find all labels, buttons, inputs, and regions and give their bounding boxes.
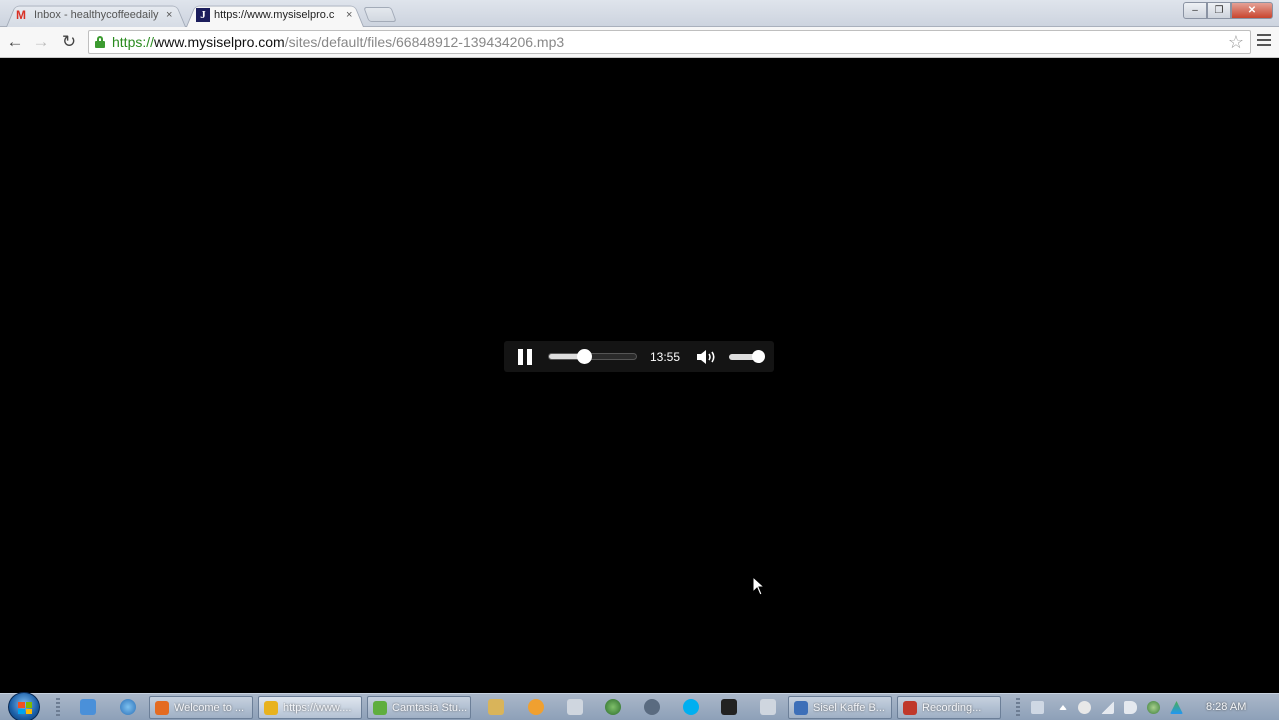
volume-speaker-icon[interactable] — [696, 349, 718, 365]
url-host: www.mysiselpro.com — [154, 34, 285, 50]
close-window-button[interactable]: ✕ — [1231, 2, 1273, 19]
tab-close-icon[interactable]: × — [166, 9, 172, 21]
media-player-icon[interactable] — [528, 699, 544, 715]
network-icon[interactable] — [1101, 701, 1114, 714]
tab-inbox[interactable]: M Inbox - healthycoffeedaily × — [6, 3, 186, 27]
taskbar: Welcome to ... https://www.... Camtasia St… — [0, 692, 1279, 720]
tab-title: https://www.mysiselpro.c — [214, 9, 335, 21]
taskbar-window-button[interactable]: https://www.... — [258, 696, 362, 719]
volume-handle[interactable] — [752, 350, 765, 363]
taskbar-window-label: Recording... — [922, 701, 982, 714]
calculator-icon-2[interactable] — [760, 699, 776, 715]
tray-window-icon[interactable] — [1031, 701, 1044, 714]
drive-icon[interactable] — [1170, 701, 1183, 714]
tray-expand-icon[interactable] — [1059, 705, 1067, 710]
reload-button[interactable]: ↻ — [59, 32, 79, 52]
recording-icon — [903, 700, 917, 715]
maximize-button[interactable]: ❐ — [1207, 2, 1231, 19]
start-button[interactable] — [8, 692, 40, 720]
camtasia-icon — [373, 700, 387, 715]
folder-icon[interactable] — [488, 699, 504, 715]
chrome-icon — [264, 700, 278, 715]
lock-icon — [95, 36, 105, 48]
taskbar-grip — [56, 698, 60, 716]
globe-icon[interactable] — [605, 699, 621, 715]
windows-logo-icon — [18, 702, 32, 714]
forward-button[interactable]: → — [31, 32, 51, 52]
pause-button[interactable] — [518, 349, 533, 365]
j-favicon-icon: J — [196, 8, 210, 22]
screen: M Inbox - healthycoffeedaily × J https:/… — [0, 0, 1279, 720]
url-path: /sites/default/files/66848912-139434206.… — [284, 34, 565, 50]
calculator-icon[interactable] — [567, 699, 583, 715]
volume-icon[interactable] — [1124, 701, 1137, 714]
taskbar-window-label: Sisel Kaffe B... — [813, 701, 885, 714]
taskbar-window-label: Camtasia Stu... — [392, 701, 468, 714]
url-scheme: https:// — [112, 34, 155, 50]
new-tab-button[interactable] — [363, 7, 397, 22]
taskbar-clock[interactable]: 8:28 AM — [1206, 701, 1246, 713]
chrome-menu-icon[interactable] — [1257, 34, 1271, 48]
app-icon[interactable] — [644, 699, 660, 715]
mouse-cursor-icon — [752, 576, 766, 596]
taskbar-window-label: https://www.... — [283, 701, 352, 714]
taskbar-window-button[interactable]: Camtasia Stu... — [367, 696, 471, 719]
tray-grip — [1016, 698, 1020, 716]
tab-mp3[interactable]: J https://www.mysiselpro.c × — [186, 3, 364, 27]
address-bar[interactable]: https://www.mysiselpro.com/sites/default… — [88, 30, 1251, 54]
gmail-icon: M — [16, 7, 26, 22]
firefox-icon — [155, 700, 169, 715]
taskbar-window-button[interactable]: Recording... — [897, 696, 1001, 719]
taskbar-window-label: Welcome to ... — [174, 701, 245, 714]
audio-player: 13:55 — [504, 341, 774, 372]
terminal-icon[interactable] — [721, 699, 737, 715]
tab-title: Inbox - healthycoffeedaily — [34, 9, 159, 21]
taskbar-window-button[interactable]: Welcome to ... — [149, 696, 253, 719]
time-display: 13:55 — [650, 350, 681, 364]
seek-bar[interactable] — [548, 349, 637, 364]
tab-close-icon[interactable]: × — [346, 9, 352, 21]
document-icon — [794, 700, 808, 715]
bookmark-star-icon[interactable]: ☆ — [1228, 32, 1244, 53]
taskbar-window-button[interactable]: Sisel Kaffe B... — [788, 696, 892, 719]
minimize-button[interactable]: ‒ — [1183, 2, 1207, 19]
volume-slider[interactable] — [729, 350, 765, 363]
url-text[interactable]: https://www.mysiselpro.com/sites/default… — [112, 34, 564, 50]
sync-icon[interactable] — [1147, 701, 1160, 714]
tab-strip: M Inbox - healthycoffeedaily × J https:/… — [0, 0, 1279, 27]
seek-handle[interactable] — [576, 349, 592, 364]
back-button[interactable]: ← — [5, 32, 25, 52]
tray-app-icon[interactable] — [1078, 701, 1091, 714]
window-controls: ‒ ❐ ✕ — [1183, 2, 1273, 19]
skype-icon[interactable] — [683, 699, 699, 715]
show-desktop-icon[interactable] — [80, 699, 96, 715]
browser-toolbar: ← → ↻ https://www.mysiselpro.com/sites/d… — [0, 27, 1279, 58]
ie-icon[interactable] — [120, 699, 136, 715]
